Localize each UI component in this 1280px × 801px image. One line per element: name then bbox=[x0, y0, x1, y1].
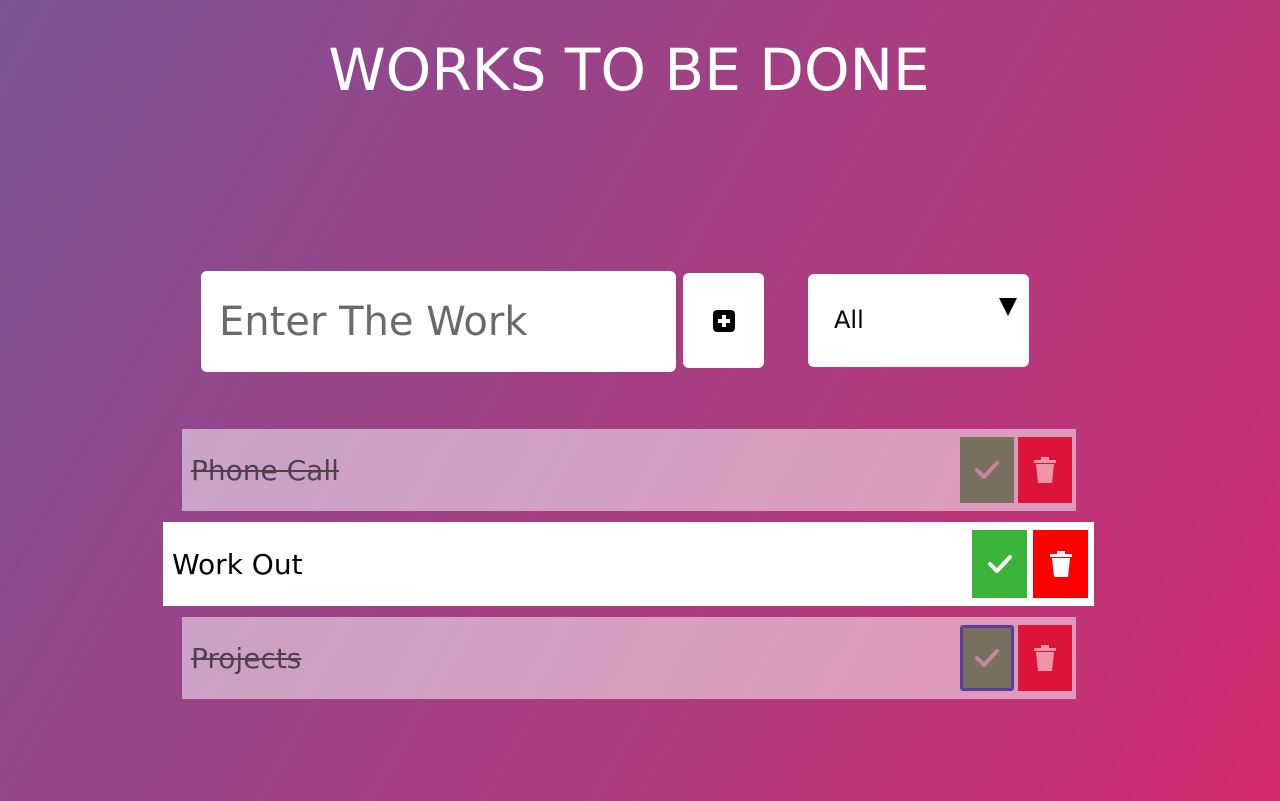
delete-button[interactable] bbox=[1018, 625, 1072, 691]
plus-square-icon bbox=[712, 309, 735, 332]
check-icon bbox=[987, 555, 1012, 573]
complete-button[interactable] bbox=[972, 530, 1027, 598]
delete-button[interactable] bbox=[1018, 437, 1072, 503]
delete-button[interactable] bbox=[1033, 530, 1088, 598]
todo-text: Projects bbox=[191, 641, 302, 675]
page-title: WORKS TO BE DONE bbox=[328, 36, 930, 104]
todo-text: Phone Call bbox=[191, 453, 339, 487]
work-input-wrapper bbox=[201, 271, 676, 372]
trash-icon bbox=[1034, 457, 1056, 483]
check-icon bbox=[975, 461, 999, 479]
todo-item: Work Out bbox=[163, 522, 1094, 606]
complete-button[interactable] bbox=[960, 437, 1014, 503]
work-input[interactable] bbox=[201, 271, 676, 372]
complete-button[interactable] bbox=[960, 625, 1014, 691]
todo-text: Work Out bbox=[172, 547, 303, 581]
filter-selected-value: All bbox=[834, 306, 864, 334]
todo-item: Projects bbox=[182, 617, 1076, 699]
filter-select[interactable]: All bbox=[808, 274, 1029, 367]
caret-down-icon bbox=[999, 298, 1017, 316]
add-work-button[interactable] bbox=[683, 273, 764, 368]
trash-icon bbox=[1034, 645, 1056, 671]
check-icon bbox=[975, 649, 999, 667]
trash-icon bbox=[1049, 551, 1072, 577]
todo-item: Phone Call bbox=[182, 429, 1076, 511]
